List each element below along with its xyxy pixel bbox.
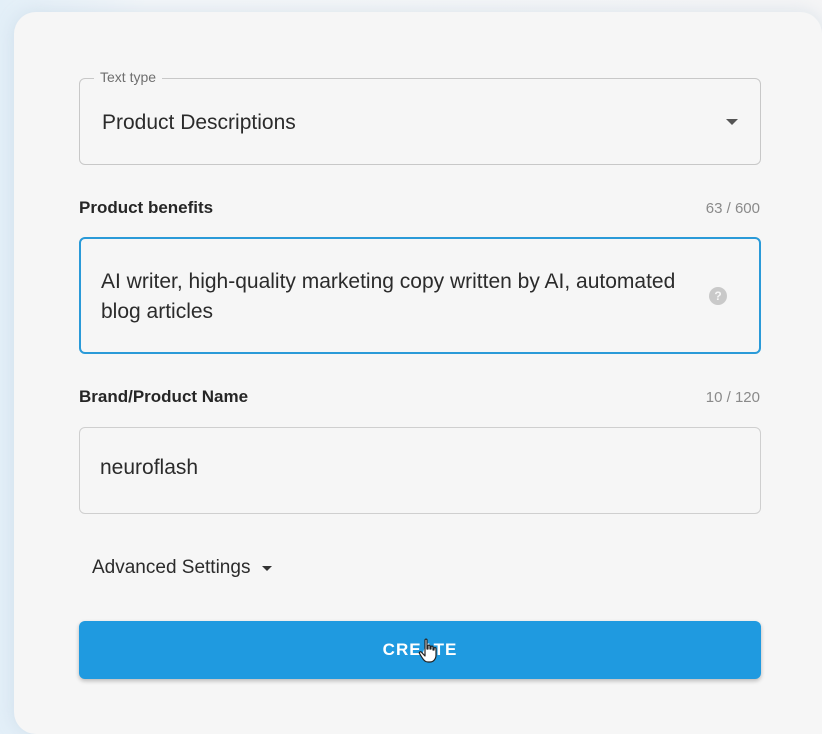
product-benefits-textarea[interactable]: AI writer, high-quality marketing copy w…	[79, 237, 761, 354]
brand-name-input[interactable]: neuroflash	[79, 427, 761, 514]
advanced-settings-label: Advanced Settings	[92, 557, 251, 578]
caret-down-icon	[262, 565, 273, 571]
form-card: Text type Product Descriptions Product b…	[14, 12, 822, 734]
page-background: Text type Product Descriptions Product b…	[0, 0, 822, 734]
advanced-settings-toggle[interactable]: Advanced Settings	[92, 557, 273, 579]
brand-name-label: Brand/Product Name	[79, 387, 249, 406]
product-benefits-value: AI writer, high-quality marketing copy w…	[101, 270, 676, 323]
text-type-value: Product Descriptions	[102, 111, 296, 134]
product-benefits-label: Product benefits	[79, 198, 214, 217]
product-benefits-counter: 63 / 600	[705, 200, 760, 217]
caret-down-icon[interactable]	[726, 119, 738, 125]
help-icon[interactable]: ?	[709, 287, 727, 305]
brand-name-counter: 10 / 120	[705, 389, 760, 406]
text-type-select[interactable]: Text type Product Descriptions	[79, 69, 761, 165]
text-type-legend: Text type	[94, 69, 163, 85]
hand-pointer-icon	[418, 638, 437, 663]
brand-name-value: neuroflash	[100, 456, 199, 479]
